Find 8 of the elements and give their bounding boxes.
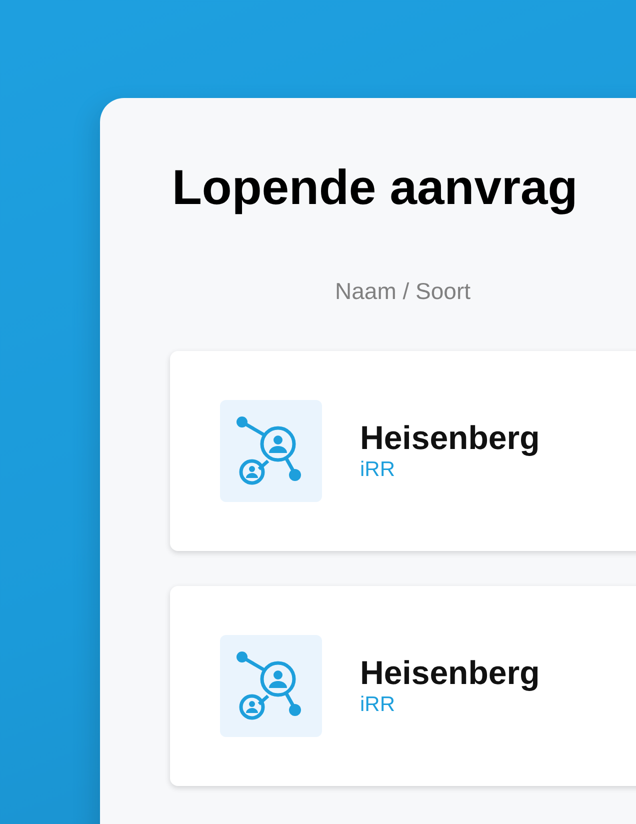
request-card[interactable]: Heisenberg iRR [170, 350, 636, 551]
page-title: Lopende aanvrag [172, 162, 579, 216]
request-name: Heisenberg [360, 420, 540, 456]
request-type: iRR [360, 458, 395, 482]
request-card[interactable]: Heisenberg iRR [170, 586, 636, 786]
request-type: iRR [360, 693, 395, 718]
column-header[interactable]: Naam / Soort [335, 278, 470, 305]
request-name: Heisenberg [360, 654, 540, 692]
